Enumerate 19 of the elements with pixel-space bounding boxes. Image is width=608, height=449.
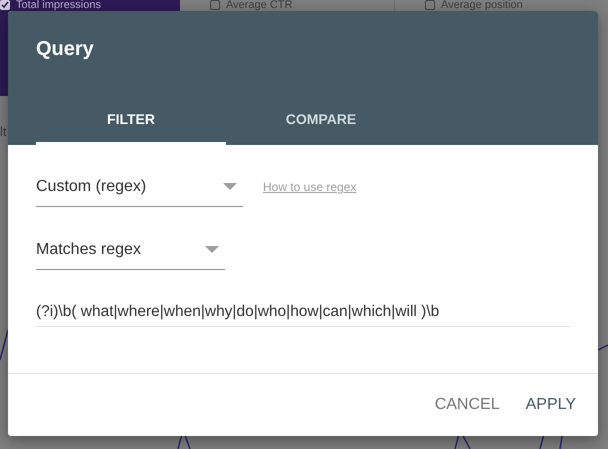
- metric-label: Total impressions: [16, 0, 101, 11]
- apply-button[interactable]: APPLY: [518, 387, 584, 423]
- dropdown-caret-icon: [223, 183, 237, 190]
- match-type-dropdown[interactable]: Custom (regex): [36, 167, 243, 207]
- dropdown-value: Matches regex: [36, 240, 141, 260]
- tab[interactable]: COMPARE: [226, 97, 416, 145]
- checkbox[interactable]: [210, 0, 220, 10]
- side-label: lt: [0, 124, 6, 139]
- regex-input-field[interactable]: (?i)\b( what|where|when|why|do|who|how|can|which|will )\b: [36, 297, 570, 327]
- metric-label: Average position: [441, 0, 523, 11]
- metric-label: Average CTR: [226, 0, 292, 11]
- checkbox[interactable]: [0, 0, 10, 10]
- dropdown-caret-icon: [205, 246, 219, 253]
- dialog-title: Query: [36, 38, 94, 60]
- cancel-button[interactable]: CANCEL: [426, 387, 508, 423]
- checkbox[interactable]: [425, 0, 435, 10]
- operator-dropdown[interactable]: Matches regex: [36, 230, 225, 270]
- tab[interactable]: FILTER: [36, 97, 226, 145]
- dropdown-value: Custom (regex): [36, 176, 146, 196]
